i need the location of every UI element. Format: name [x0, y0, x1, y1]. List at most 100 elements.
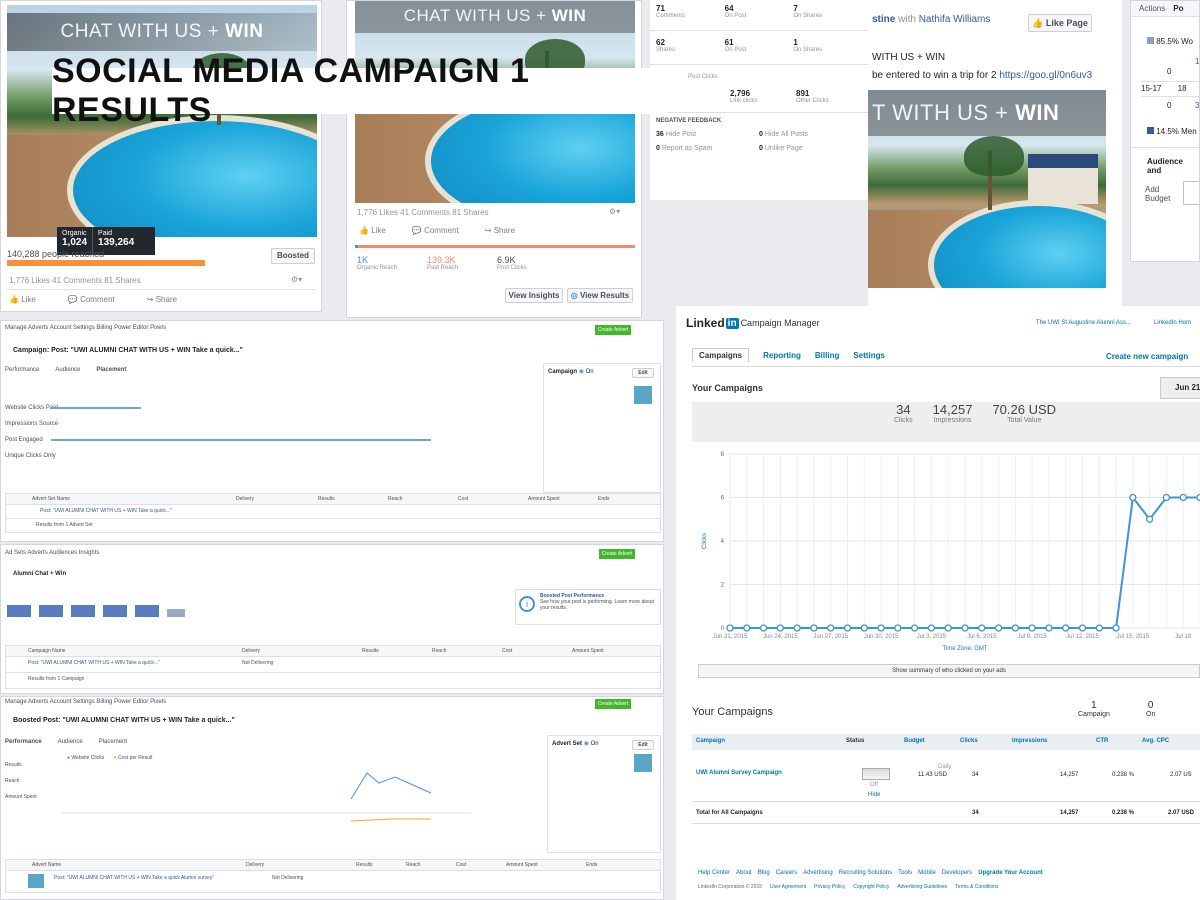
table-row[interactable]: Post: "UWI ALUMNI CHAT WITH US + WIN Tak… — [5, 505, 661, 519]
col-header[interactable]: Amount Spent — [572, 648, 604, 654]
campaign-name-link[interactable]: UWI Alumni Survey Campaign — [696, 770, 786, 776]
footer-link[interactable]: Privacy Policy — [814, 884, 845, 890]
tab-billing[interactable]: Billing — [815, 351, 839, 360]
col-header[interactable]: Reach — [406, 862, 456, 868]
col-header[interactable]: CTR — [1096, 738, 1108, 744]
footer-link[interactable]: Blog — [758, 870, 770, 876]
col-header[interactable]: Ends — [598, 496, 609, 502]
tab-performance[interactable]: Performance — [5, 367, 39, 373]
col-header[interactable]: Delivery — [246, 862, 356, 868]
data-point — [910, 624, 919, 632]
view-insights-button[interactable]: View Insights — [505, 288, 563, 303]
date-range-picker[interactable]: Jun 21, — [1160, 377, 1200, 399]
edit-button[interactable]: Edit — [632, 740, 654, 750]
footer-link[interactable]: About — [736, 870, 752, 876]
tab-posts[interactable]: Po — [1173, 4, 1183, 13]
view-results-button[interactable]: ◎ View Results — [567, 288, 633, 303]
tab-placement[interactable]: Placement — [99, 739, 127, 745]
data-point — [860, 624, 868, 632]
table-row[interactable]: Post: "UWI ALUMNI CHAT WITH US + WIN Tak… — [5, 657, 661, 673]
col-header[interactable]: Delivery — [242, 648, 362, 654]
footer-link[interactable]: Terms & Conditions — [955, 884, 998, 890]
like-button[interactable]: 👍 Like — [359, 226, 386, 235]
create-advert-button[interactable]: Create Advert — [595, 325, 631, 335]
col-header[interactable]: Campaign — [696, 738, 725, 744]
boosted-button[interactable]: Boosted — [271, 248, 315, 264]
like-button[interactable]: 👍 Like — [9, 295, 36, 304]
footer-link[interactable]: Careers — [776, 870, 797, 876]
col-header[interactable]: Budget — [904, 738, 925, 744]
footer-link[interactable]: Mobile — [918, 870, 936, 876]
col-header[interactable]: Avg. CPC — [1142, 738, 1169, 744]
create-campaign-link[interactable]: Create new campaign — [1106, 352, 1188, 361]
footer-link[interactable]: Copyright Policy — [853, 884, 889, 890]
x-tick-label: Jun 30, 2015 — [864, 634, 899, 640]
col-header[interactable]: Campaign Name — [6, 648, 242, 654]
col-header[interactable]: Advert Set Name — [6, 496, 236, 502]
hide-link[interactable]: Hide — [868, 792, 880, 798]
table-row[interactable]: Post: "UWI ALUMNI CHAT WITH US + WIN Tak… — [5, 871, 661, 893]
age-label-2: 18 — [1177, 84, 1187, 93]
linkedin-home-link[interactable]: LinkedIn Hom — [1154, 320, 1191, 326]
col-header[interactable]: Results — [356, 862, 406, 868]
caption-light: CHAT WITH US + — [60, 21, 226, 42]
share-menu-icon[interactable]: ⚙▾ — [609, 207, 620, 216]
col-header[interactable]: Results — [318, 496, 388, 502]
tab-audience[interactable]: Audience — [58, 739, 83, 745]
budget-input[interactable] — [1183, 181, 1199, 205]
tab-campaigns[interactable]: Campaigns — [692, 348, 750, 362]
col-header[interactable]: Reach — [432, 648, 502, 654]
mini-bar — [167, 609, 185, 617]
footer-link[interactable]: Tools — [898, 870, 912, 876]
col-header[interactable]: Reach — [388, 496, 458, 502]
post-author-link[interactable]: stine — [872, 14, 895, 25]
col-header[interactable]: Amount Spent — [528, 496, 598, 502]
footer-link[interactable]: Help Center — [698, 870, 730, 876]
footer-link[interactable]: User Agreement — [770, 884, 806, 890]
mini-bar — [135, 605, 159, 617]
account-link[interactable]: The UWI St Augustine Alumni Ass... — [1036, 320, 1131, 326]
comment-button[interactable]: 💬 Comment — [412, 226, 459, 235]
col-header[interactable]: Ends — [586, 862, 597, 868]
footer-link[interactable]: Advertising Guidelines — [897, 884, 947, 890]
post-link[interactable]: https://goo.gl/0n6uv3 — [999, 70, 1092, 81]
tab-audience[interactable]: Audience — [55, 367, 80, 373]
footer-link[interactable]: Upgrade Your Account — [978, 870, 1043, 876]
create-advert-button[interactable]: Create Advert — [595, 699, 631, 709]
tab-actions[interactable]: Actions — [1131, 4, 1173, 13]
data-point — [978, 624, 986, 632]
tab-placement[interactable]: Placement — [96, 367, 126, 373]
edit-button[interactable]: Edit — [632, 368, 654, 378]
col-header[interactable]: Cost — [458, 496, 528, 502]
tab-settings[interactable]: Settings — [853, 351, 885, 360]
organic-label: Organic — [62, 230, 87, 237]
neg-label: Hide Post — [665, 131, 697, 138]
col-header[interactable]: Amount Spent — [506, 862, 586, 868]
divider — [650, 112, 868, 113]
row-name[interactable]: Post: "UWI ALUMNI CHAT WITH US + WIN Tak… — [54, 875, 272, 892]
status-toggle[interactable] — [862, 768, 890, 780]
col-header[interactable]: Impressions — [1012, 738, 1047, 744]
col-header[interactable]: Cost — [502, 648, 572, 654]
footer-link[interactable]: Recruiting Solutions — [839, 870, 892, 876]
show-summary-button[interactable]: Show summary of who clicked on your ads — [698, 664, 1200, 678]
col-header[interactable]: Delivery — [236, 496, 318, 502]
share-menu-icon[interactable]: ⚙▾ — [291, 275, 302, 284]
row-name[interactable]: Post: "UWI ALUMNI CHAT WITH US + WIN Tak… — [28, 660, 242, 672]
footer-link[interactable]: Advertising — [803, 870, 833, 876]
comment-button[interactable]: 💬 Comment — [68, 295, 115, 304]
like-page-button[interactable]: 👍 Like Page — [1028, 14, 1092, 32]
footer-link[interactable]: Developers — [942, 870, 972, 876]
on-count-value: 0 — [1147, 700, 1154, 711]
tab-reporting[interactable]: Reporting — [763, 351, 801, 360]
col-header[interactable]: Cost — [456, 862, 506, 868]
tagged-user-link[interactable]: Nathifa Williams — [919, 14, 991, 25]
col-header[interactable]: Results — [362, 648, 432, 654]
share-button[interactable]: ↪ Share — [147, 295, 177, 304]
create-advert-button[interactable]: Create Advert — [599, 549, 635, 559]
share-button[interactable]: ↪ Share — [485, 226, 515, 235]
tab-performance[interactable]: Performance — [5, 739, 42, 745]
metric-bar — [51, 407, 141, 409]
col-header[interactable]: Clicks — [960, 738, 978, 744]
col-header[interactable]: Advert Name — [6, 862, 246, 868]
